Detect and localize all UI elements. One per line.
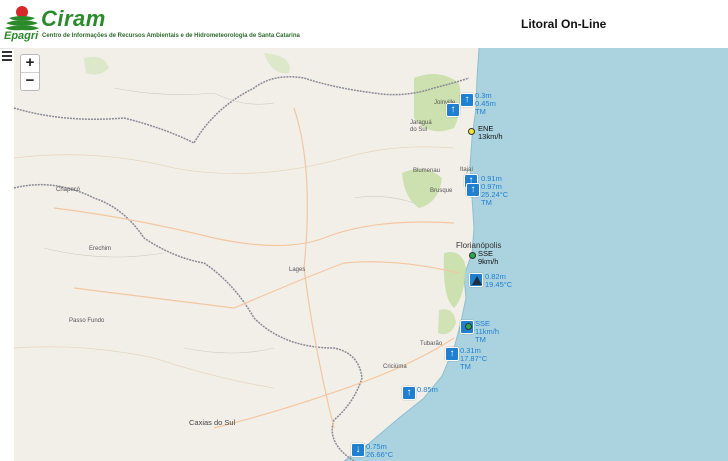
zoom-control: + − <box>20 54 40 91</box>
station-reading: 0.82m 19.45°C <box>485 272 513 289</box>
arrow-up-icon: ↑ <box>470 184 476 195</box>
station-reading: 0.31m 17.87°C TM <box>460 346 488 371</box>
city-erechim: Erechim <box>89 246 112 252</box>
city-chapeco: Chapecó <box>56 187 81 193</box>
city-lages: Lages <box>289 267 306 273</box>
logo-subtitle: Centro de Informações de Recursos Ambien… <box>42 33 300 39</box>
city-caxias-do-sul: Caxias do Sul <box>189 418 236 427</box>
city-itajai: Itajaí <box>460 167 474 173</box>
header: Epagri Ciram Centro de Informações de Re… <box>0 0 728 49</box>
zoom-in-button[interactable]: + <box>21 55 39 72</box>
station-reading: 0.3m 0.45m TM <box>475 91 496 116</box>
station-marker[interactable] <box>469 273 483 287</box>
wind-dot-icon[interactable] <box>465 323 472 330</box>
zoom-out-button[interactable]: − <box>21 72 39 90</box>
city-jaragua: Jaraguá do Sul <box>410 120 432 133</box>
arrow-down-icon: ↓ <box>355 444 361 455</box>
map-base <box>14 48 728 461</box>
page-title: Litoral On-Line <box>521 17 607 31</box>
logo-agency: Epagri <box>4 30 39 42</box>
station-marker[interactable]: ↑ <box>445 347 459 361</box>
station-marker[interactable]: ↑ <box>402 386 416 400</box>
station-reading: SSE 9km/h <box>478 249 499 266</box>
station-marker[interactable]: ↑ <box>460 93 474 107</box>
station-reading: SSE 11km/h TM <box>475 319 500 344</box>
station-marker[interactable]: ↑ <box>446 103 460 117</box>
city-criciuma: Criciúma <box>383 364 407 370</box>
arrow-up-icon: ↑ <box>450 104 456 115</box>
triangle-icon <box>472 276 482 285</box>
city-brusque: Brusque <box>430 188 453 194</box>
station-reading: 0.75m 26.66°C <box>366 442 394 459</box>
menu-button[interactable] <box>1 49 13 63</box>
map-view[interactable]: Joinville Jaraguá do Sul Blumenau Itajaí… <box>14 48 728 461</box>
station-marker[interactable]: ↑ <box>466 183 480 197</box>
wind-dot-icon[interactable] <box>468 128 475 135</box>
city-blumenau: Blumenau <box>413 168 441 174</box>
station-reading: 0.91m 0.97m 25.24°C TM <box>481 174 509 207</box>
hamburger-icon <box>2 51 12 53</box>
station-reading: ENE 13km/h <box>478 124 503 141</box>
city-passo-fundo: Passo Fundo <box>69 318 105 324</box>
city-tubarao: Tubarão <box>420 341 443 347</box>
station-marker[interactable]: ↓ <box>351 443 365 457</box>
arrow-up-icon: ↑ <box>464 94 470 105</box>
station-reading: 0.85m <box>417 385 438 394</box>
arrow-up-icon: ↑ <box>406 387 412 398</box>
wind-dot-icon[interactable] <box>469 252 476 259</box>
logo-name: Ciram <box>41 6 106 31</box>
arrow-up-icon: ↑ <box>449 348 455 359</box>
